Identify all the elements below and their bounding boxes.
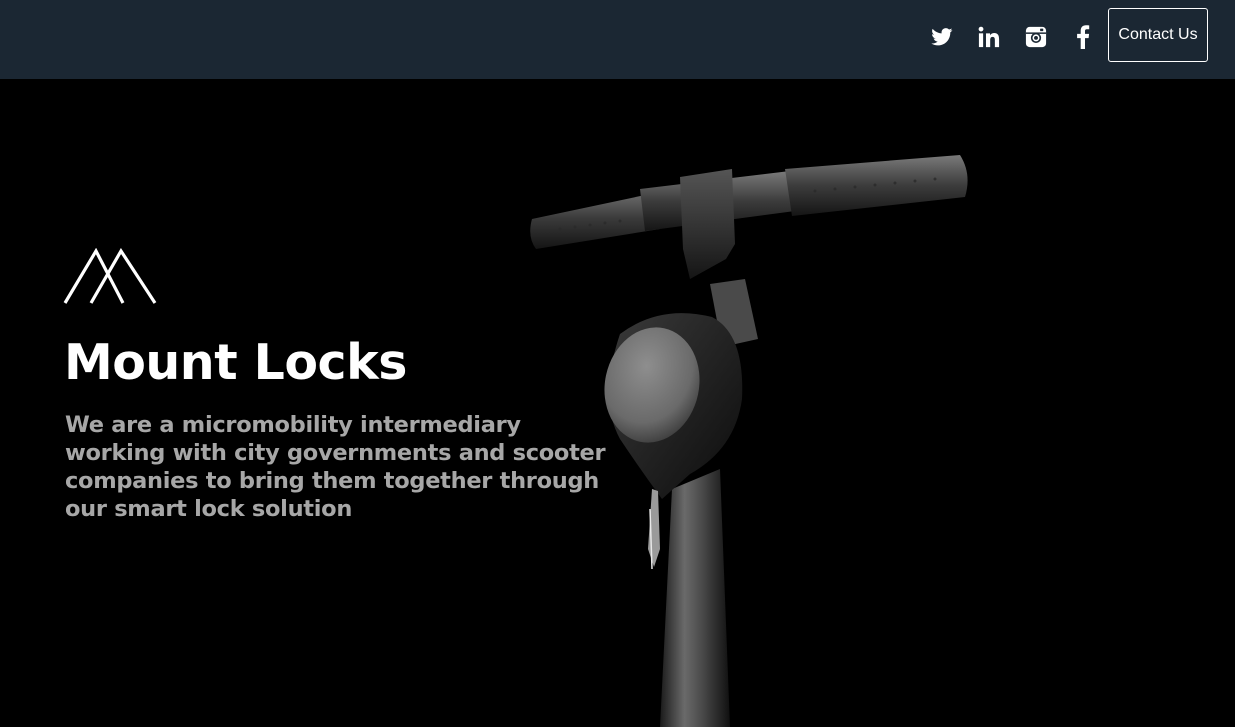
page-title: Mount Locks bbox=[64, 334, 407, 391]
mountain-logo-icon bbox=[63, 248, 157, 304]
scooter-handlebar-image bbox=[530, 155, 968, 727]
twitter-icon bbox=[931, 28, 953, 46]
hero-tagline: We are a micromobility intermediary work… bbox=[65, 412, 606, 522]
twitter-link[interactable] bbox=[925, 20, 959, 54]
facebook-link[interactable] bbox=[1066, 20, 1100, 54]
facebook-icon bbox=[1077, 25, 1090, 49]
linkedin-icon bbox=[978, 26, 1000, 48]
linkedin-link[interactable] bbox=[972, 20, 1006, 54]
contact-us-button[interactable]: Contact Us bbox=[1108, 8, 1208, 62]
instagram-icon bbox=[1025, 26, 1047, 48]
hero-section: Mount Locks We are a micromobility inter… bbox=[0, 79, 1235, 727]
instagram-link[interactable] bbox=[1019, 20, 1053, 54]
top-navigation-bar: Contact Us bbox=[0, 0, 1235, 79]
